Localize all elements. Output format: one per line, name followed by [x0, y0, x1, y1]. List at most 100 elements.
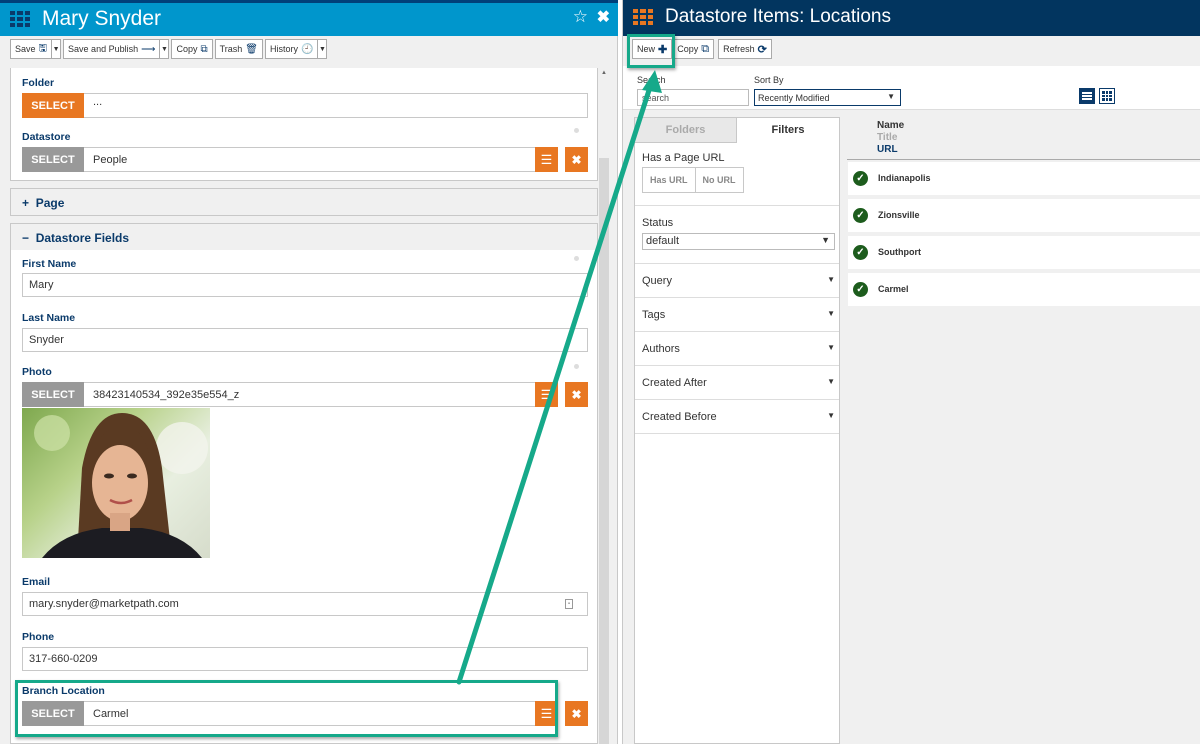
phone-label: Phone [22, 631, 55, 643]
list-header: Name Title URL [847, 117, 1200, 160]
list-item[interactable]: ✓ Indianapolis [848, 162, 1200, 195]
floppy-disk-icon: 🖫 [38, 42, 48, 54]
refresh-label: Refresh [723, 44, 755, 54]
editor-toolbar: Save 🖫 ▼ Save and Publish ⟶ ▼ Copy ⧉ Trash 🗑… [10, 39, 328, 59]
first-name-label: First Name [22, 258, 77, 270]
filter-query[interactable]: Query ▼ [635, 264, 839, 298]
collapse-icon: − [22, 231, 30, 245]
save-and-publish-dropdown-button[interactable]: ▼ [160, 39, 170, 59]
filter-query-label: Query [642, 275, 672, 287]
search-label: Search [637, 75, 666, 85]
datastore-fields-section-toggle[interactable]: − Datastore Fields [10, 223, 598, 251]
item-name: Southport [878, 247, 921, 257]
history-button[interactable]: History 🕘 [264, 39, 319, 59]
clear-icon[interactable]: ✖ [565, 701, 588, 726]
datastore-fields-section-label: Datastore Fields [35, 231, 130, 245]
copy-label: Copy [677, 44, 699, 54]
filter-created-after-label: Created After [642, 377, 707, 389]
contact-card-icon: ▪ [565, 599, 573, 609]
list-item[interactable]: ✓ Zionsville [848, 199, 1200, 232]
close-icon[interactable]: ✖ [597, 7, 610, 27]
has-page-url-toggle: Has URL No URL [642, 167, 744, 193]
column-name[interactable]: Name [877, 120, 904, 131]
datastore-select-button[interactable]: SELECT [22, 147, 84, 172]
list-item[interactable]: ✓ Carmel [848, 273, 1200, 306]
tab-filters[interactable]: Filters [737, 118, 839, 143]
star-outline-icon[interactable]: ☆ [573, 7, 588, 27]
status-select[interactable]: default ▼ [642, 233, 835, 250]
list-icon[interactable]: ☰ [535, 147, 558, 172]
list-view-icon[interactable] [1079, 88, 1095, 104]
save-and-publish-button[interactable]: Save and Publish ⟶ [63, 39, 161, 59]
sort-by-select[interactable]: Recently Modified ▼ [754, 89, 901, 106]
filter-authors[interactable]: Authors ▼ [635, 332, 839, 366]
field-indicator-dot [574, 364, 579, 369]
items-list: Name Title URL ✓ Indianapolis ✓ Zionsvil… [847, 117, 1200, 744]
filter-created-before[interactable]: Created Before ▼ [635, 400, 839, 434]
portrait-image [34, 413, 208, 558]
list-icon[interactable]: ☰ [535, 382, 558, 407]
field-indicator-dot [574, 128, 579, 133]
editor-header: Mary Snyder ☆ ✖ [0, 0, 618, 36]
first-name-input[interactable]: Mary [22, 273, 588, 297]
status-label: Status [642, 217, 674, 229]
refresh-button[interactable]: Refresh ⟳ [718, 39, 772, 59]
tab-folders[interactable]: Folders [635, 118, 737, 143]
copy-label: Copy [176, 44, 198, 54]
filter-panel: Folders Filters Has a Page URL Has URL N… [634, 117, 840, 744]
filter-authors-label: Authors [642, 343, 680, 355]
datastore-fields-card: First Name Mary Last Name Snyder Photo S… [10, 250, 598, 744]
datastore-field: SELECT People ☰ ✖ [22, 147, 588, 172]
scroll-thumb[interactable] [599, 158, 609, 744]
scroll-up-arrow-icon[interactable]: ▲ [598, 70, 610, 80]
clear-icon[interactable]: ✖ [565, 382, 588, 407]
page-section-toggle[interactable]: + Page [10, 188, 598, 216]
has-url-button[interactable]: Has URL [642, 167, 696, 193]
email-input[interactable]: mary.snyder@marketpath.com ▪ [22, 592, 588, 616]
grid-view-icon[interactable] [1099, 88, 1115, 104]
copy-button[interactable]: Copy ⧉ [171, 39, 213, 59]
history-dropdown-button[interactable]: ▼ [318, 39, 328, 59]
save-button[interactable]: Save 🖫 [10, 39, 53, 59]
clear-icon[interactable]: ✖ [565, 147, 588, 172]
dropdown-arrow-icon: ▼ [827, 275, 835, 284]
photo-value: 38423140534_392e35e554_z [84, 382, 536, 407]
search-input[interactable]: search [637, 89, 749, 106]
item-settings-card: Folder SELECT ... Datastore SELECT Peopl… [10, 68, 598, 181]
datastore-value: People [84, 147, 536, 172]
copy-icon: ⧉ [200, 43, 208, 55]
dropdown-arrow-icon: ▼ [821, 235, 830, 245]
published-check-icon: ✓ [853, 171, 868, 186]
dropdown-arrow-icon: ▼ [827, 411, 835, 420]
sort-by-value: Recently Modified [758, 93, 830, 103]
grid-menu-icon[interactable] [10, 11, 30, 27]
filter-tags[interactable]: Tags ▼ [635, 298, 839, 332]
grid-menu-icon[interactable] [633, 9, 653, 25]
no-url-button[interactable]: No URL [695, 167, 744, 193]
filter-created-after[interactable]: Created After ▼ [635, 366, 839, 400]
datastore-label: Datastore [22, 131, 71, 143]
list-item[interactable]: ✓ Southport [848, 236, 1200, 269]
photo-select-button[interactable]: SELECT [22, 382, 84, 407]
history-label: History [269, 44, 298, 54]
items-header: Datastore Items: Locations [623, 0, 1200, 36]
filter-tabs: Folders Filters [635, 118, 839, 143]
datastore-items-pane: Datastore Items: Locations New ✚ Copy ⧉ Re… [622, 0, 1200, 744]
published-check-icon: ✓ [853, 245, 868, 260]
divider [635, 205, 839, 206]
trash-button[interactable]: Trash 🗑 [214, 39, 263, 59]
sort-by-label: Sort By [754, 75, 784, 85]
item-name: Carmel [878, 284, 909, 294]
copy-button[interactable]: Copy ⧉ [672, 39, 715, 59]
column-title[interactable]: Title [877, 132, 897, 143]
dropdown-arrow-icon: ▼ [887, 92, 895, 101]
arrow-right-icon: ⟶ [141, 43, 156, 55]
dropdown-arrow-icon: ▼ [827, 377, 835, 386]
column-url[interactable]: URL [877, 144, 898, 155]
editor-scrollbar[interactable]: ▲ [598, 68, 610, 744]
save-dropdown-button[interactable]: ▼ [52, 39, 62, 59]
last-name-input[interactable]: Snyder [22, 328, 588, 352]
folder-select-button[interactable]: SELECT [22, 93, 84, 118]
copy-icon: ⧉ [701, 42, 710, 55]
phone-input[interactable]: 317-660-0209 [22, 647, 588, 671]
